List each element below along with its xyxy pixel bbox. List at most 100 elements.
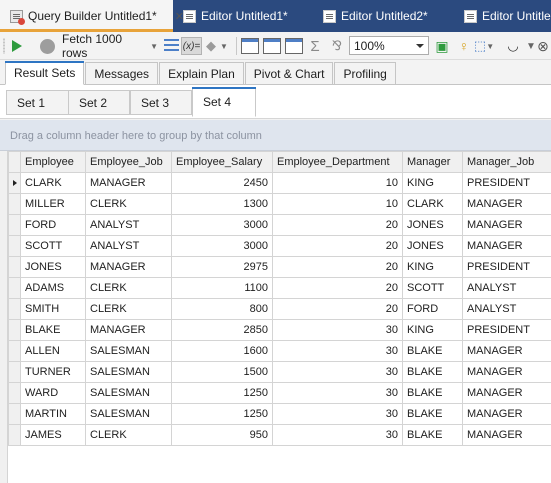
row-indicator[interactable]	[8, 403, 21, 425]
grid-cell[interactable]: 2975	[171, 256, 273, 278]
grid-cell[interactable]: MANAGER	[85, 256, 172, 278]
grid-cell[interactable]: 1600	[171, 340, 273, 362]
filter-icon[interactable]: ⅋	[327, 32, 347, 60]
grid-cell[interactable]: JAMES	[20, 424, 86, 446]
grid-cell[interactable]: 3000	[171, 214, 273, 236]
add-table-icon[interactable]	[240, 32, 260, 60]
table-row[interactable]: BLAKE MANAGER 2850 30 KING PRESIDENT	[8, 319, 551, 341]
grid-cell[interactable]: 1250	[171, 382, 273, 404]
fetch-rows-dropdown[interactable]: Fetch 1000 rows ▼	[62, 32, 158, 60]
grid-cell[interactable]: WARD	[20, 382, 86, 404]
grid-cell[interactable]: MILLER	[20, 193, 86, 215]
grid-cell[interactable]: SALESMAN	[85, 340, 172, 362]
tab-explain-plan[interactable]: Explain Plan	[159, 62, 244, 84]
table-row[interactable]: FORD ANALYST 3000 20 JONES MANAGER	[8, 214, 551, 236]
grid-cell[interactable]: MANAGER	[85, 319, 172, 341]
zoom-select[interactable]: 100%	[349, 36, 429, 55]
toolbar-grip-icon[interactable]	[2, 32, 6, 60]
grid-cell[interactable]: 2450	[171, 172, 273, 194]
grid-cell[interactable]: BLAKE	[402, 382, 463, 404]
grid-cell[interactable]: 3000	[171, 235, 273, 257]
undo-icon[interactable]: ◡	[503, 32, 523, 60]
grid-cell[interactable]: 2850	[171, 319, 273, 341]
tab-set-1[interactable]: Set 1	[6, 90, 72, 115]
grid-cell[interactable]: MANAGER	[462, 340, 551, 362]
select-icon[interactable]: ⬚ ▼	[474, 32, 494, 60]
grid-cell[interactable]: BLAKE	[402, 361, 463, 383]
grid-cell[interactable]: PRESIDENT	[462, 256, 551, 278]
grid-cell[interactable]: CLARK	[20, 172, 86, 194]
column-header[interactable]: Employee_Department	[272, 151, 403, 173]
grid-cell[interactable]: CLERK	[85, 277, 172, 299]
grid-cell[interactable]: 20	[272, 235, 403, 257]
grid-cell[interactable]: SCOTT	[402, 277, 463, 299]
grid-cell[interactable]: 20	[272, 256, 403, 278]
column-header[interactable]: Employee_Job	[85, 151, 172, 173]
row-indicator[interactable]	[8, 193, 21, 215]
grid-cell[interactable]: BLAKE	[402, 340, 463, 362]
row-indicator[interactable]	[8, 361, 21, 383]
grid-cell[interactable]: PRESIDENT	[462, 172, 551, 194]
grid-cell[interactable]: JONES	[402, 214, 463, 236]
tab-messages[interactable]: Messages	[85, 62, 159, 84]
row-indicator[interactable]	[8, 319, 21, 341]
table-row[interactable]: MILLER CLERK 1300 10 CLARK MANAGER	[8, 193, 551, 215]
grid-cell[interactable]: 1300	[171, 193, 273, 215]
grid-view-icon[interactable]	[262, 32, 282, 60]
table-row[interactable]: JONES MANAGER 2975 20 KING PRESIDENT	[8, 256, 551, 278]
grid-cell[interactable]: 20	[272, 277, 403, 299]
format-sql-icon[interactable]	[161, 32, 181, 60]
tab-profiling[interactable]: Profiling	[334, 62, 396, 84]
table-row[interactable]: ADAMS CLERK 1100 20 SCOTT ANALYST	[8, 277, 551, 299]
highlight-icon[interactable]: ♀	[454, 32, 474, 60]
column-header[interactable]: Employee	[20, 151, 86, 173]
doc-tab-editor-untitled1[interactable]: Editor Untitled1*	[173, 0, 313, 32]
grid-cell[interactable]: SALESMAN	[85, 403, 172, 425]
sigma-icon[interactable]: Σ	[305, 32, 325, 60]
grid-cell[interactable]: 1500	[171, 361, 273, 383]
grid-cell[interactable]: SALESMAN	[85, 361, 172, 383]
table-row[interactable]: JAMES CLERK 950 30 BLAKE MANAGER	[8, 424, 551, 446]
grid-cell[interactable]: 1100	[171, 277, 273, 299]
grid-cell[interactable]: ALLEN	[20, 340, 86, 362]
grid-cell[interactable]: 950	[171, 424, 273, 446]
row-indicator[interactable]	[8, 277, 21, 299]
row-indicator[interactable]	[8, 424, 21, 446]
row-indicator[interactable]	[8, 256, 21, 278]
table-row[interactable]: SMITH CLERK 800 20 FORD ANALYST	[8, 298, 551, 320]
grid-cell[interactable]: CLERK	[85, 298, 172, 320]
grid-cell[interactable]: MARTIN	[20, 403, 86, 425]
grid-cell[interactable]: CLERK	[85, 424, 172, 446]
table-row[interactable]: MARTIN SALESMAN 1250 30 BLAKE MANAGER	[8, 403, 551, 425]
doc-tab-editor-untitled3[interactable]: Editor Untitled3*	[454, 0, 551, 32]
grid-cell[interactable]: 30	[272, 403, 403, 425]
doc-tab-query-builder[interactable]: Query Builder Untitled1* ✕	[0, 0, 184, 32]
row-indicator[interactable]	[8, 172, 21, 194]
grid-cell[interactable]: BLAKE	[402, 424, 463, 446]
grid-cell[interactable]: MANAGER	[462, 193, 551, 215]
tab-set-2[interactable]: Set 2	[68, 90, 130, 115]
grid-cell[interactable]: MANAGER	[85, 172, 172, 194]
grid-cell[interactable]: ANALYST	[462, 277, 551, 299]
grid-cell[interactable]: 10	[272, 193, 403, 215]
clear-icon[interactable]: ◆ ▼	[206, 32, 228, 60]
grid-cell[interactable]: KING	[402, 319, 463, 341]
column-header[interactable]: Manager_Job	[462, 151, 551, 173]
tab-set-3[interactable]: Set 3	[130, 90, 192, 115]
stop-icon[interactable]	[37, 32, 57, 60]
grid-cell[interactable]: FORD	[20, 214, 86, 236]
grid-cell[interactable]: MANAGER	[462, 214, 551, 236]
grid-cell[interactable]: 30	[272, 319, 403, 341]
grid-cell[interactable]: 1250	[171, 403, 273, 425]
grid-cell[interactable]: PRESIDENT	[462, 319, 551, 341]
row-indicator[interactable]	[8, 298, 21, 320]
grid-cell[interactable]: JONES	[402, 235, 463, 257]
grid-cell[interactable]: ADAMS	[20, 277, 86, 299]
grid-cell[interactable]: SCOTT	[20, 235, 86, 257]
grid-cell[interactable]: JONES	[20, 256, 86, 278]
table-row[interactable]: TURNER SALESMAN 1500 30 BLAKE MANAGER	[8, 361, 551, 383]
settings-icon[interactable]: ⊗	[533, 32, 551, 60]
grid-cell[interactable]: BLAKE	[402, 403, 463, 425]
grid-cell[interactable]: 20	[272, 214, 403, 236]
tab-pivot-chart[interactable]: Pivot & Chart	[244, 62, 334, 84]
